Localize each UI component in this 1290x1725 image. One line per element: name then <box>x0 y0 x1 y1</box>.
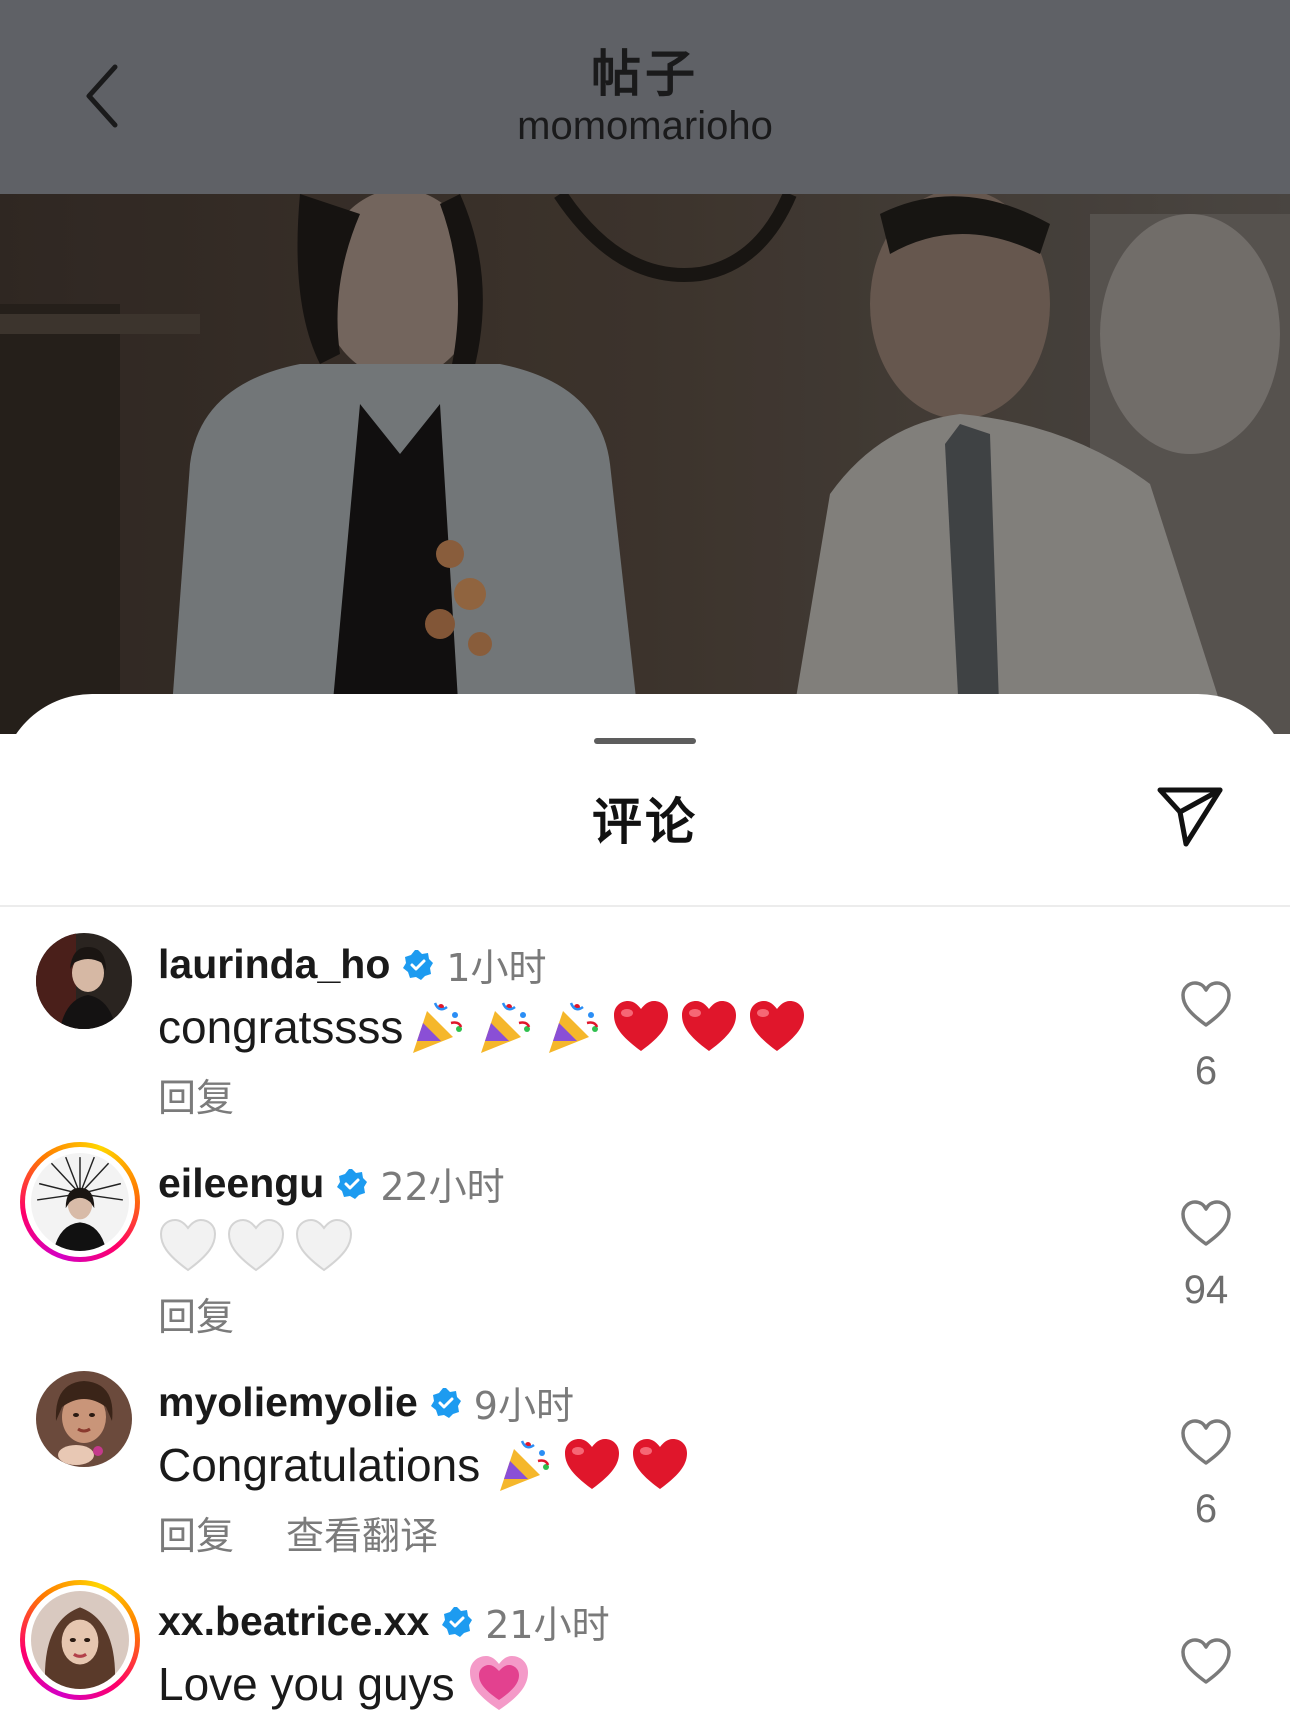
comment-timestamp: 22小时 <box>380 1165 505 1209</box>
like-count: 94 <box>1183 1268 1229 1312</box>
comment-text: congratssss <box>158 997 815 1057</box>
comment-item: myoliemyolie 9小时 Congratulations 回复 查看翻译… <box>0 1345 1290 1558</box>
reply-button[interactable]: 回复 <box>158 1286 234 1341</box>
red-heart-icon <box>747 997 807 1057</box>
avatar[interactable] <box>36 1371 132 1467</box>
party-popper-icon <box>494 1435 554 1495</box>
comment-timestamp: 1小时 <box>446 946 547 990</box>
comment-text-content: Congratulations <box>158 1439 481 1491</box>
avatar[interactable] <box>36 933 132 1029</box>
heart-outline-icon <box>1181 1638 1231 1684</box>
white-heart-icon <box>226 1216 286 1276</box>
top-nav-bar: 帖子 momomarioho <box>0 0 1290 194</box>
comment-username[interactable]: xx.beatrice.xx <box>158 1598 429 1645</box>
page-title: 帖子 <box>591 45 699 103</box>
comments-title: 评论 <box>592 793 698 851</box>
comment-text: Congratulations <box>158 1435 698 1495</box>
verified-badge-icon <box>430 1387 462 1419</box>
party-popper-icon <box>475 997 535 1057</box>
party-popper-icon <box>407 997 467 1057</box>
like-button[interactable] <box>1180 979 1232 1031</box>
avatar <box>31 1591 129 1689</box>
comment-text-content: congratssss <box>158 1001 404 1053</box>
heart-outline-icon <box>1181 1419 1231 1465</box>
like-button[interactable] <box>1180 1198 1232 1250</box>
like-count: 6 <box>1194 1049 1218 1093</box>
reply-button[interactable]: 回复 <box>158 1505 234 1560</box>
post-photo <box>0 194 1290 734</box>
verified-badge-icon <box>441 1606 473 1638</box>
avatar-story-ring[interactable] <box>20 1580 140 1700</box>
comment-username[interactable]: myoliemyolie <box>158 1379 418 1426</box>
red-heart-icon <box>562 1435 622 1495</box>
verified-badge-icon <box>402 949 434 981</box>
comment-item: laurinda_ho 1小时 congratssss 回复 6 <box>0 907 1290 1120</box>
like-button[interactable] <box>1180 1417 1232 1469</box>
sheet-drag-handle[interactable] <box>594 738 696 744</box>
see-translation-button[interactable]: 查看翻译 <box>286 1505 438 1560</box>
like-button[interactable] <box>1180 1636 1232 1688</box>
white-heart-icon <box>158 1216 218 1276</box>
white-heart-icon <box>294 1216 354 1276</box>
comment-username[interactable]: eileengu <box>158 1160 324 1207</box>
avatar <box>31 1153 129 1251</box>
like-count: 6 <box>1194 1487 1218 1531</box>
red-heart-icon <box>630 1435 690 1495</box>
reply-button[interactable]: 回复 <box>158 1067 234 1122</box>
comment-text <box>158 1216 362 1276</box>
post-owner-username[interactable]: momomarioho <box>0 104 1290 149</box>
red-heart-icon <box>679 997 739 1057</box>
heart-outline-icon <box>1181 981 1231 1027</box>
comment-item: eileengu 22小时 回复 94 <box>0 1126 1290 1339</box>
verified-badge-icon <box>336 1168 368 1200</box>
comment-text-content: Love you guys <box>158 1658 455 1710</box>
comment-username[interactable]: laurinda_ho <box>158 941 390 988</box>
comment-text: Love you guys <box>158 1654 537 1714</box>
comment-timestamp: 9小时 <box>473 1384 574 1428</box>
avatar-story-ring[interactable] <box>20 1142 140 1262</box>
comment-timestamp: 21小时 <box>485 1603 610 1647</box>
share-button[interactable] <box>1150 776 1230 856</box>
heart-outline-icon <box>1181 1200 1231 1246</box>
paper-plane-icon <box>1157 787 1223 847</box>
red-heart-icon <box>611 997 671 1057</box>
growing-heart-icon <box>469 1654 529 1714</box>
comments-sheet: 评论 laurinda_ho 1小时 congratssss 回复 6 eile… <box>0 694 1290 1725</box>
comment-item: xx.beatrice.xx 21小时 Love you guys <box>0 1564 1290 1725</box>
party-popper-icon <box>543 997 603 1057</box>
